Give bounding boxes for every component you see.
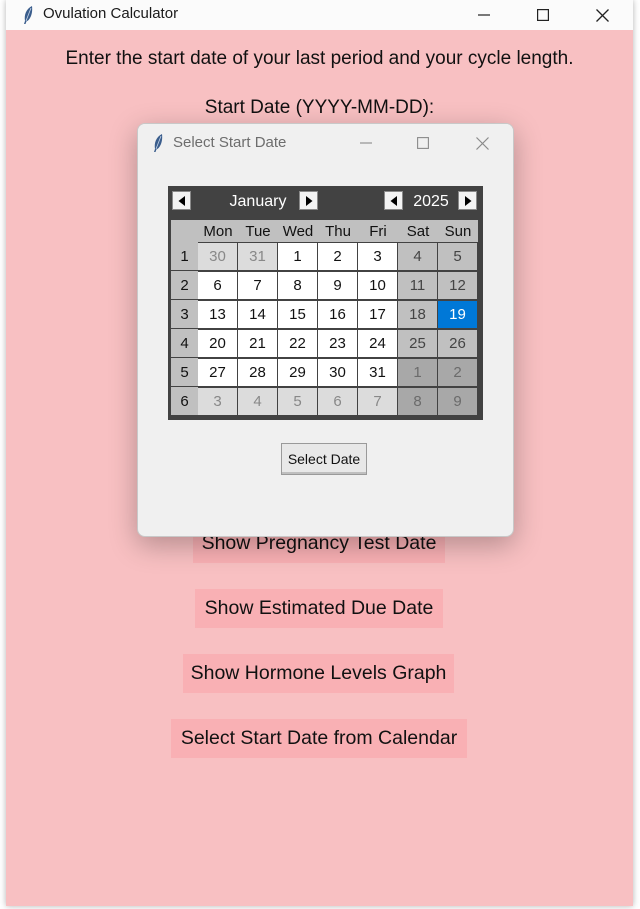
minimize-icon (360, 142, 372, 144)
arrow-left-icon (390, 195, 397, 206)
calendar-day[interactable]: 4 (398, 243, 437, 270)
calendar-day[interactable]: 21 (238, 330, 277, 357)
select-start-date-from-calendar-button[interactable]: Select Start Date from Calendar (171, 719, 467, 758)
calendar-day[interactable]: 1 (398, 359, 437, 386)
calendar-day[interactable]: 17 (358, 301, 397, 328)
calendar-day[interactable]: 18 (398, 301, 437, 328)
weekday-header: Wed (278, 220, 318, 242)
calendar-day[interactable]: 3 (198, 388, 237, 415)
close-icon (475, 136, 489, 150)
close-icon (595, 8, 609, 22)
show-hormone-levels-graph-button[interactable]: Show Hormone Levels Graph (183, 654, 454, 693)
maximize-icon (537, 9, 549, 21)
arrow-right-icon (464, 195, 471, 206)
dialog-title-bar: Select Start Date (138, 124, 513, 162)
weeknumber-header (171, 220, 198, 242)
week-number: 3 (171, 300, 198, 328)
calendar-day[interactable]: 13 (198, 301, 237, 328)
arrow-right-icon (305, 195, 312, 206)
dialog-title: Select Start Date (173, 134, 287, 151)
week-number: 1 (171, 242, 198, 270)
show-estimated-due-date-button[interactable]: Show Estimated Due Date (195, 589, 443, 628)
weekday-header: Tue (238, 220, 278, 242)
week-number: 5 (171, 358, 198, 386)
week-number: 4 (171, 329, 198, 357)
calendar-day[interactable]: 24 (358, 330, 397, 357)
weekday-header: Thu (318, 220, 358, 242)
month-label: January (229, 193, 287, 210)
calendar-day[interactable]: 9 (438, 388, 477, 415)
calendar-day[interactable]: 7 (358, 388, 397, 415)
weekday-header: Sat (398, 220, 438, 242)
dialog-close-button[interactable] (459, 128, 505, 158)
calendar-day[interactable]: 6 (318, 388, 357, 415)
arrow-left-icon (178, 195, 185, 206)
start-date-label: Start Date (YYYY-MM-DD): (204, 97, 435, 118)
calendar-day[interactable]: 26 (438, 330, 477, 357)
maximize-icon (417, 137, 429, 149)
calendar-day[interactable]: 22 (278, 330, 317, 357)
window-title: Ovulation Calculator (43, 5, 179, 22)
feather-icon (24, 6, 33, 24)
calendar-day[interactable]: 31 (238, 243, 277, 270)
prev-month-button[interactable] (172, 191, 191, 210)
calendar-day-selected[interactable]: 19 (438, 301, 477, 328)
prev-year-button[interactable] (384, 191, 403, 210)
calendar-day[interactable]: 2 (438, 359, 477, 386)
calendar-day[interactable]: 1 (278, 243, 317, 270)
calendar-day[interactable]: 3 (358, 243, 397, 270)
calendar-day[interactable]: 27 (198, 359, 237, 386)
calendar-day[interactable]: 4 (238, 388, 277, 415)
calendar-day[interactable]: 7 (238, 272, 277, 299)
calendar-day[interactable]: 2 (318, 243, 357, 270)
calendar-day[interactable]: 25 (398, 330, 437, 357)
dialog-maximize-button[interactable] (400, 128, 446, 158)
calendar-day[interactable]: 8 (278, 272, 317, 299)
minimize-icon (478, 14, 490, 16)
calendar-day[interactable]: 9 (318, 272, 357, 299)
calendar-day[interactable]: 6 (198, 272, 237, 299)
next-year-button[interactable] (458, 191, 477, 210)
calendar-day[interactable]: 31 (358, 359, 397, 386)
calendar-day[interactable]: 5 (438, 243, 477, 270)
calendar-day[interactable]: 30 (198, 243, 237, 270)
calendar-day[interactable]: 15 (278, 301, 317, 328)
calendar-day[interactable]: 14 (238, 301, 277, 328)
instruction-text: Enter the start date of your last period… (65, 48, 574, 69)
weekday-header: Sun (438, 220, 478, 242)
calendar-day[interactable]: 20 (198, 330, 237, 357)
calendar-day[interactable]: 10 (358, 272, 397, 299)
year-label: 2025 (413, 193, 449, 210)
title-bar: Ovulation Calculator (6, 0, 633, 30)
weekday-header: Fri (358, 220, 398, 242)
calendar-day[interactable]: 11 (398, 272, 437, 299)
calendar-day[interactable]: 30 (318, 359, 357, 386)
dialog-minimize-button[interactable] (343, 128, 389, 158)
feather-icon (154, 134, 163, 152)
calendar-day[interactable]: 12 (438, 272, 477, 299)
calendar-header: January 2025 (169, 187, 482, 217)
calendar-day[interactable]: 23 (318, 330, 357, 357)
select-start-date-dialog: Select Start Date January 2025 Mon Tue W… (137, 123, 514, 537)
select-date-button[interactable]: Select Date (281, 443, 367, 475)
calendar: January 2025 Mon Tue Wed Thu Fri Sat Sun 1 30 31 1… (168, 186, 483, 420)
calendar-day[interactable]: 28 (238, 359, 277, 386)
week-number: 2 (171, 271, 198, 299)
maximize-button[interactable] (520, 0, 566, 30)
minimize-button[interactable] (461, 0, 507, 30)
week-number: 6 (171, 387, 198, 415)
calendar-day[interactable]: 8 (398, 388, 437, 415)
calendar-day[interactable]: 5 (278, 388, 317, 415)
next-month-button[interactable] (299, 191, 318, 210)
calendar-day[interactable]: 16 (318, 301, 357, 328)
close-button[interactable] (579, 0, 625, 30)
weekday-header: Mon (198, 220, 238, 242)
calendar-day[interactable]: 29 (278, 359, 317, 386)
